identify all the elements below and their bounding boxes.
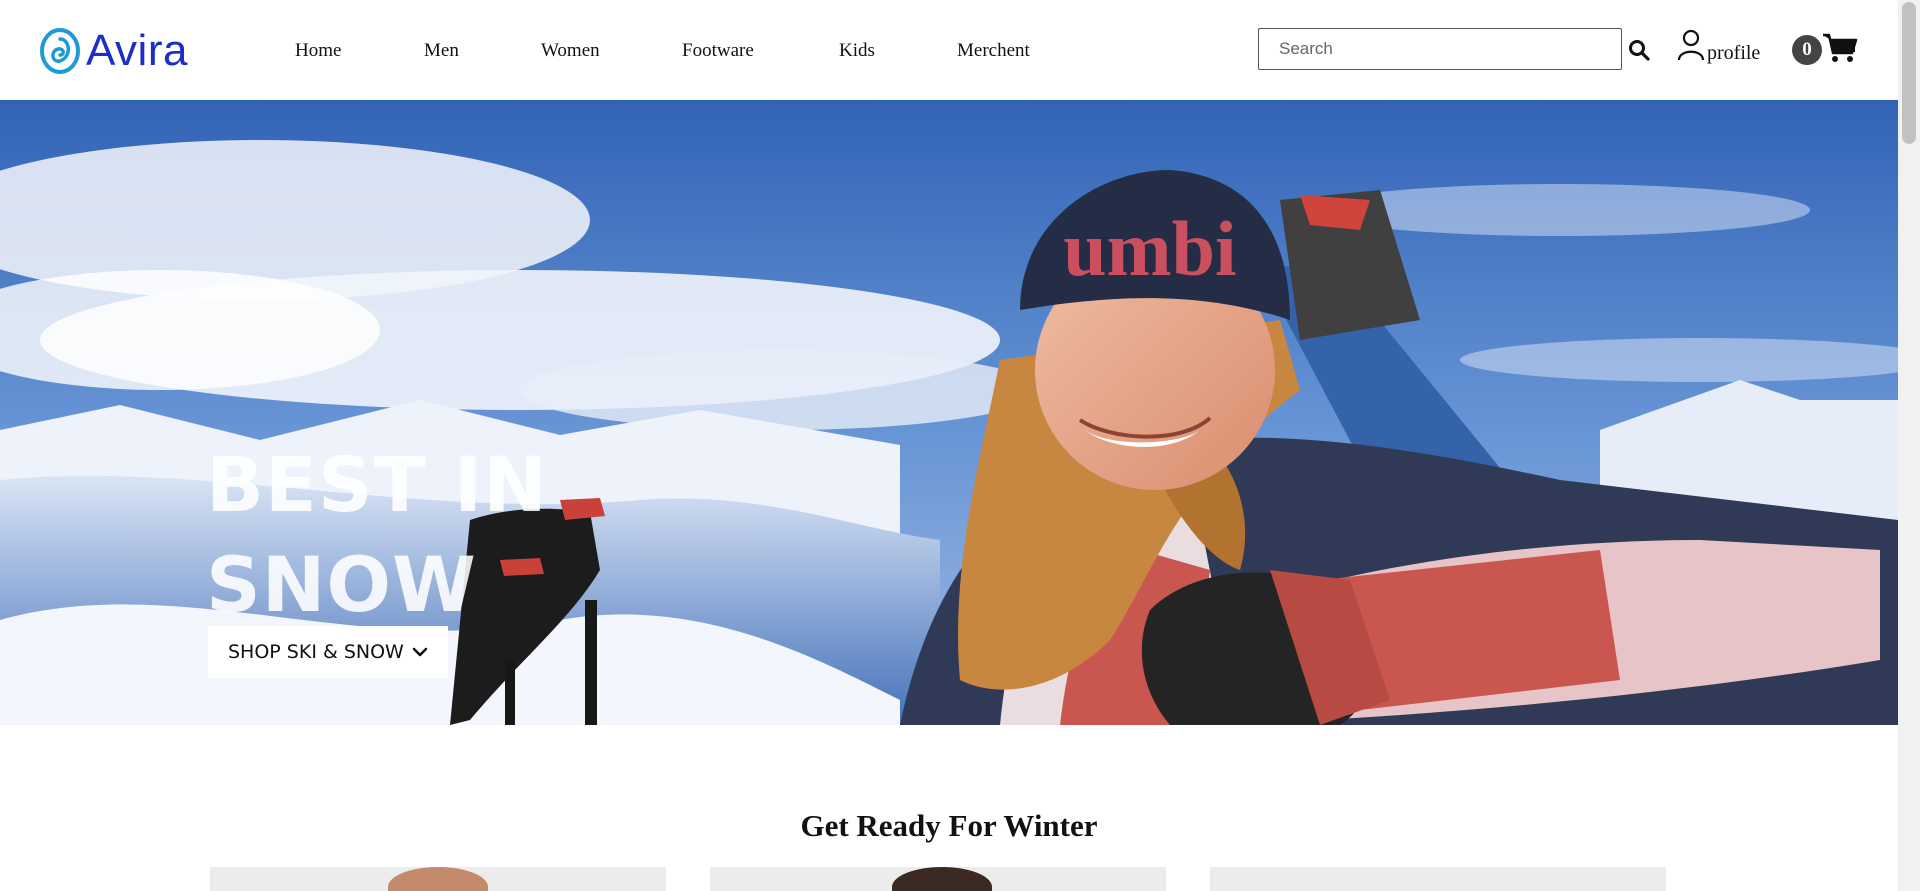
shop-ski-snow-button[interactable]: SHOP SKI & SNOW — [208, 626, 448, 678]
section-title: Get Ready For Winter — [800, 808, 1098, 843]
search-input[interactable] — [1258, 28, 1622, 70]
hero-banner: umbi BEST IN SNOW SHOP SKI & SNOW — [0, 100, 1898, 725]
nav-item-footware[interactable]: Footware — [682, 36, 839, 66]
nav-item-men[interactable]: Men — [424, 36, 541, 66]
brand-logo[interactable]: Avira — [40, 24, 188, 78]
cart-icon — [1822, 32, 1858, 69]
chevron-down-icon — [412, 641, 428, 663]
product-card[interactable] — [210, 867, 666, 891]
site-header: Avira Home Men Women Footware Kids Merch… — [0, 0, 1898, 101]
user-icon — [1677, 29, 1705, 66]
nav-item-merchent[interactable]: Merchent — [957, 36, 1047, 66]
hero-title-line-1: BEST IN — [206, 440, 548, 529]
hero-title-line-2: SNOW — [206, 540, 477, 629]
nav-item-home[interactable]: Home — [295, 36, 424, 66]
nav-item-women[interactable]: Women — [541, 36, 682, 66]
page-scrollbar[interactable] — [1898, 0, 1920, 891]
nav-item-kids[interactable]: Kids — [839, 36, 957, 66]
product-card[interactable] — [710, 867, 1166, 891]
brand-name: Avira — [86, 26, 188, 75]
spiral-logo-icon — [40, 27, 80, 75]
shop-ski-snow-label: SHOP SKI & SNOW — [228, 641, 404, 663]
search-icon[interactable] — [1628, 39, 1650, 61]
product-card[interactable] — [1210, 867, 1666, 891]
cart-count-badge: 0 — [1792, 35, 1822, 65]
cart-button[interactable]: 0 — [1792, 30, 1858, 70]
product-card-image — [388, 867, 488, 891]
hero-title: BEST IN SNOW — [206, 435, 626, 635]
scrollbar-thumb[interactable] — [1902, 2, 1916, 144]
main-nav: Home Men Women Footware Kids Merchent — [295, 36, 1047, 66]
product-card-image — [892, 867, 992, 891]
profile-link[interactable]: profile — [1677, 29, 1761, 66]
profile-label: profile — [1707, 42, 1761, 64]
